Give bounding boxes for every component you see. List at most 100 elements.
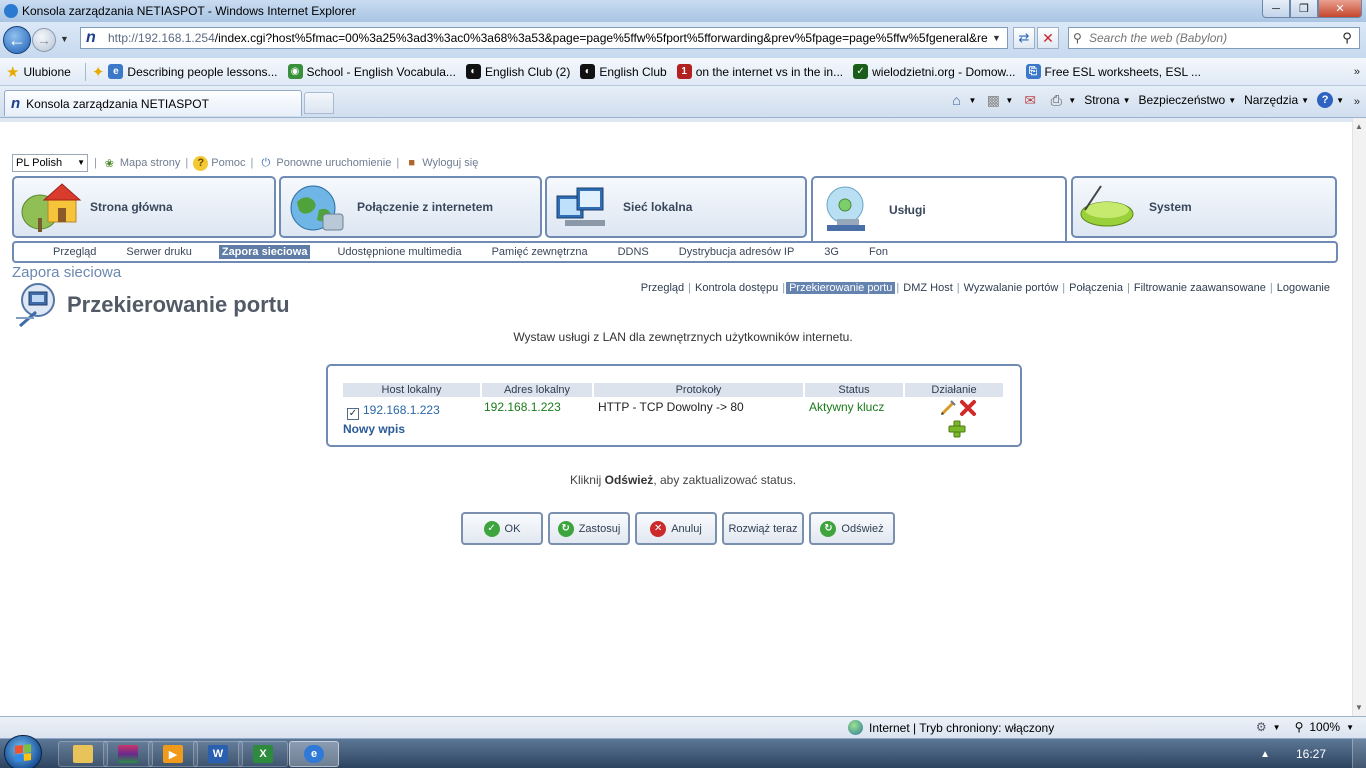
row-host-link[interactable]: 192.168.1.223 xyxy=(363,403,440,417)
help-link[interactable]: ? Pomoc xyxy=(193,155,246,171)
favorite-link[interactable]: ◐ English Club xyxy=(580,64,667,79)
firewall-nav-item[interactable]: Połączenia xyxy=(1066,282,1126,294)
resolve-now-button[interactable]: Rozwiąż teraz xyxy=(722,512,804,545)
security-zone[interactable]: Internet | Tryb chroniony: włączony xyxy=(848,720,1054,735)
url-text[interactable]: http://192.168.1.254/index.cgi?host%5fma… xyxy=(108,31,988,45)
taskbar-media-player[interactable]: ▶ xyxy=(148,741,198,767)
restart-link[interactable]: ⏻ Ponowne uruchomienie xyxy=(258,156,392,171)
sitemap-link[interactable]: ❀ Mapa strony xyxy=(102,156,181,171)
apply-button[interactable]: ↻ Zastosuj xyxy=(548,512,630,545)
button-label: Anuluj xyxy=(671,522,702,535)
add-icon[interactable] xyxy=(948,420,966,438)
add-favorite-icon[interactable]: ✦ xyxy=(92,63,105,81)
search-icon[interactable]: ⚲ xyxy=(1335,30,1359,46)
recent-pages-dropdown[interactable]: ▼ xyxy=(60,34,69,44)
clock[interactable]: 16:27 xyxy=(1296,747,1326,761)
tab-internet[interactable]: Połączenie z internetem xyxy=(279,176,542,238)
zoom-dropdown-icon[interactable]: ▼ xyxy=(1346,723,1354,732)
close-button[interactable]: ✕ xyxy=(1318,0,1362,18)
refresh-button[interactable]: ↻ Odśwież xyxy=(809,512,895,545)
favorite-link[interactable]: ◐ English Club (2) xyxy=(465,64,570,79)
back-button[interactable]: ← xyxy=(3,26,31,54)
tray-expand-icon[interactable]: ▲ xyxy=(1260,749,1270,760)
favorites-overflow-icon[interactable]: » xyxy=(1354,66,1360,78)
scroll-down-icon[interactable]: ▼ xyxy=(1355,703,1363,712)
search-box[interactable]: ⚲ ⚲ xyxy=(1068,27,1360,49)
zoom-icon[interactable]: ⚲ xyxy=(1295,720,1304,734)
new-tab-button[interactable] xyxy=(304,92,334,114)
help-menu[interactable]: ? ▼ xyxy=(1317,92,1344,108)
favorite-link[interactable]: 1 on the internet vs in the in... xyxy=(676,64,843,79)
chevron-down-icon[interactable]: ▼ xyxy=(1273,723,1281,732)
maximize-button[interactable]: ❐ xyxy=(1290,0,1318,18)
mail-button[interactable]: ✉ xyxy=(1021,92,1039,108)
firewall-nav-item[interactable]: Wyzwalanie portów xyxy=(961,282,1062,294)
page-menu[interactable]: Strona ▼ xyxy=(1084,93,1130,107)
forward-button[interactable]: → xyxy=(32,28,56,52)
subnav-item[interactable]: Przegląd xyxy=(50,245,99,259)
favorites-button[interactable]: Ulubione xyxy=(23,65,70,79)
taskbar-winrar[interactable] xyxy=(103,741,153,767)
search-input[interactable] xyxy=(1089,31,1335,45)
vertical-scrollbar[interactable]: ▲ ▼ xyxy=(1352,118,1366,716)
tab-local-network[interactable]: Sieć lokalna xyxy=(545,176,807,238)
subnav-item[interactable]: Pamięć zewnętrzna xyxy=(489,245,591,259)
address-bar[interactable]: n http://192.168.1.254/index.cgi?host%5f… xyxy=(80,27,1008,49)
firewall-nav-item[interactable]: Przekierowanie portu xyxy=(786,282,896,294)
row-enable-checkbox[interactable]: ✓ xyxy=(347,408,359,420)
delete-icon[interactable] xyxy=(959,399,977,417)
zoom-level[interactable]: 100% xyxy=(1309,720,1340,734)
new-entry-link[interactable]: Nowy wpis xyxy=(343,422,405,436)
favorite-link[interactable]: ✓ wielodzietni.org - Domow... xyxy=(853,64,1016,79)
scroll-up-icon[interactable]: ▲ xyxy=(1355,122,1363,131)
firewall-nav-item[interactable]: DMZ Host xyxy=(900,282,956,294)
print-button[interactable]: ⎙ ▼ xyxy=(1047,92,1077,108)
favorites-star-icon[interactable]: ★ xyxy=(6,63,19,81)
logout-icon: ■ xyxy=(408,157,416,169)
safety-menu[interactable]: Bezpieczeństwo ▼ xyxy=(1138,93,1236,107)
tools-menu[interactable]: Narzędzia ▼ xyxy=(1244,93,1309,107)
taskbar-word[interactable]: W xyxy=(193,741,243,767)
favorite-site-icon: ◉ xyxy=(287,64,303,79)
subnav-item[interactable]: Udostępnione multimedia xyxy=(334,245,464,259)
refresh-button[interactable]: ⇄ xyxy=(1013,27,1035,49)
stop-button[interactable]: ✕ xyxy=(1037,27,1059,49)
word-icon: W xyxy=(208,745,228,763)
edit-pencil-icon[interactable] xyxy=(939,399,957,417)
tab-home[interactable]: Strona główna xyxy=(12,176,276,238)
favorite-link[interactable]: e Describing people lessons... xyxy=(108,64,278,79)
home-button[interactable]: ⌂ ▼ xyxy=(947,92,976,108)
show-desktop-button[interactable] xyxy=(1352,739,1366,768)
language-select[interactable]: PL Polish ▼ xyxy=(12,154,88,172)
start-button[interactable] xyxy=(4,735,42,768)
subnav-item[interactable]: Dystrybucja adresów IP xyxy=(676,245,798,259)
address-dropdown-icon[interactable]: ▼ xyxy=(992,33,1001,43)
table-header: Host lokalny Adres lokalny Protokoły Sta… xyxy=(343,383,1005,397)
subnav-item[interactable]: Zapora sieciowa xyxy=(218,245,311,259)
divider xyxy=(84,62,86,81)
subnav-item[interactable]: 3G xyxy=(821,245,842,259)
favorite-link[interactable]: ◉ School - English Vocabula... xyxy=(287,64,456,79)
taskbar-excel[interactable]: X xyxy=(238,741,288,767)
privacy-icon[interactable]: ⚙ xyxy=(1256,720,1267,734)
browser-tab-active[interactable]: n Konsola zarządzania NETIASPOT xyxy=(4,90,302,116)
firewall-nav-item[interactable]: Kontrola dostępu xyxy=(692,282,781,294)
minimize-button[interactable]: ─ xyxy=(1262,0,1290,18)
firewall-nav-item[interactable]: Logowanie xyxy=(1274,282,1333,294)
taskbar-explorer[interactable] xyxy=(58,741,108,767)
logout-link[interactable]: ■ Wyloguj się xyxy=(404,156,478,171)
firewall-nav-item[interactable]: Przegląd xyxy=(638,282,687,294)
subnav-item[interactable]: DDNS xyxy=(615,245,652,259)
cancel-button[interactable]: ✕ Anuluj xyxy=(635,512,717,545)
subnav-item[interactable]: Serwer druku xyxy=(123,245,194,259)
favorite-link[interactable]: ⎘ Free ESL worksheets, ESL ... xyxy=(1025,64,1201,79)
help-label: Pomoc xyxy=(211,157,246,169)
tab-system[interactable]: System xyxy=(1071,176,1337,238)
subnav-item[interactable]: Fon xyxy=(866,245,891,259)
toolbar-overflow-icon[interactable]: » xyxy=(1354,96,1360,108)
ok-button[interactable]: ✓ OK xyxy=(461,512,543,545)
feeds-button[interactable]: ▩ ▼ xyxy=(984,92,1014,108)
firewall-nav-item[interactable]: Filtrowanie zaawansowane xyxy=(1131,282,1269,294)
tab-services[interactable]: Usługi xyxy=(811,176,1067,242)
taskbar-internet-explorer[interactable]: e xyxy=(289,741,339,767)
